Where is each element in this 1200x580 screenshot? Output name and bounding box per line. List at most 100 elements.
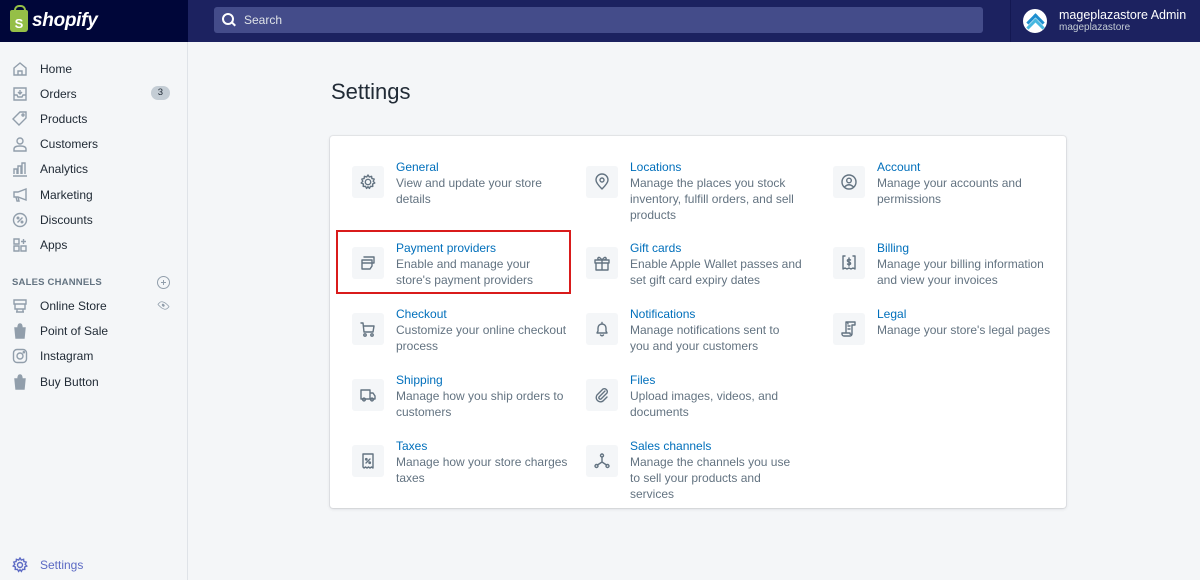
setting-desc: Manage your store's legal pages [877, 323, 1051, 337]
setting-desc: Manage the channels you use to sell your… [630, 455, 791, 501]
sidebar-item-point-of-sale[interactable]: Point of Sale [0, 319, 187, 344]
sidebar-item-label: Home [40, 61, 73, 76]
setting-title[interactable]: Shipping [396, 373, 568, 388]
location-pin-icon [586, 166, 618, 198]
sidebar-item-marketing[interactable]: Marketing [0, 182, 187, 207]
sidebar-item-products[interactable]: Products [0, 106, 187, 131]
setting-notifications[interactable]: Notifications Manage notifications sent … [586, 307, 816, 354]
setting-locations[interactable]: Locations Manage the places you stock in… [586, 160, 816, 223]
sidebar-item-label: Customers [40, 137, 99, 152]
home-icon [12, 61, 28, 77]
sidebar-item-home[interactable]: Home [0, 56, 187, 81]
brand-name: shopify [32, 10, 98, 31]
sidebar-item-discounts[interactable]: Discounts [0, 207, 187, 232]
setting-desc: Manage the places you stock inventory, f… [630, 176, 794, 222]
top-bar: S shopify Search mageplazastore Admin ma… [0, 0, 1200, 42]
shopify-bag-icon [12, 373, 28, 390]
store-icon [12, 298, 28, 314]
sidebar-item-online-store[interactable]: Online Store [0, 294, 187, 319]
setting-title[interactable]: Account [877, 160, 1049, 175]
tax-icon [352, 445, 384, 477]
sidebar-item-label: Marketing [40, 187, 93, 202]
sidebar-item-label: Buy Button [40, 374, 99, 389]
sidebar-item-label: Products [40, 111, 88, 126]
setting-title[interactable]: Checkout [396, 307, 568, 322]
setting-gift-cards[interactable]: Gift cards Enable Apple Wallet passes an… [586, 241, 816, 288]
legal-icon [833, 313, 865, 345]
setting-sales-channels[interactable]: Sales channels Manage the channels you u… [586, 439, 816, 502]
setting-legal[interactable]: Legal Manage your store's legal pages [833, 307, 1063, 345]
user-store: mageplazastore [1059, 22, 1131, 33]
shopify-bag-icon [12, 323, 28, 339]
setting-title[interactable]: Locations [630, 160, 802, 175]
setting-title[interactable]: Gift cards [630, 241, 802, 256]
apps-icon [12, 237, 28, 253]
cart-icon [352, 313, 384, 345]
sales-channels-heading: SALES CHANNELS [0, 272, 187, 294]
orders-icon [12, 86, 28, 102]
sales-channels-icon [586, 445, 618, 477]
sidebar-item-buy-button[interactable]: Buy Button [0, 369, 187, 394]
sidebar-item-settings[interactable]: Settings [0, 553, 187, 578]
truck-icon [352, 379, 384, 411]
avatar [1023, 9, 1047, 33]
settings-nav: Settings [0, 553, 187, 578]
bell-icon [586, 313, 618, 345]
setting-title[interactable]: Sales channels [630, 439, 802, 454]
sidebar-item-label: Instagram [40, 349, 94, 364]
setting-title[interactable]: Taxes [396, 439, 568, 454]
setting-account[interactable]: Account Manage your accounts and permiss… [833, 160, 1063, 207]
shopify-logo[interactable]: S shopify [0, 0, 188, 42]
gear-icon [352, 166, 384, 198]
setting-title[interactable]: Notifications [630, 307, 802, 322]
user-name: mageplazastore Admin [1059, 8, 1187, 22]
gift-icon [586, 247, 618, 279]
setting-desc: Manage how your store charges taxes [396, 455, 568, 485]
sidebar-item-label: Settings [40, 558, 84, 573]
search-icon [222, 13, 236, 27]
sidebar-item-label: Point of Sale [40, 324, 109, 339]
instagram-icon [12, 348, 28, 364]
setting-taxes[interactable]: Taxes Manage how your store charges taxe… [352, 439, 582, 486]
eye-icon[interactable] [157, 298, 170, 312]
search-input[interactable]: Search [214, 7, 983, 33]
setting-checkout[interactable]: Checkout Customize your online checkout … [352, 307, 582, 354]
sales-channels-label: SALES CHANNELS [12, 277, 102, 288]
setting-title[interactable]: Files [630, 373, 802, 388]
shopify-bag-icon: S [10, 5, 28, 32]
tag-icon [12, 111, 28, 127]
gear-icon [12, 557, 28, 574]
setting-desc: Manage notifications sent to you and you… [630, 323, 780, 353]
sidebar-item-label: Analytics [40, 162, 89, 177]
setting-shipping[interactable]: Shipping Manage how you ship orders to c… [352, 373, 582, 420]
setting-desc: Customize your online checkout process [396, 323, 567, 353]
bar-chart-icon [12, 161, 28, 178]
sidebar-item-label: Apps [40, 237, 68, 252]
billing-icon [833, 247, 865, 279]
setting-title[interactable]: Legal [877, 307, 1057, 322]
add-sales-channel-icon[interactable] [157, 276, 170, 289]
setting-title[interactable]: Billing [877, 241, 1049, 256]
sidebar-item-customers[interactable]: Customers [0, 132, 187, 157]
sidebar-item-instagram[interactable]: Instagram [0, 344, 187, 369]
account-icon [833, 166, 865, 198]
setting-general[interactable]: General View and update your store detai… [352, 160, 582, 207]
user-menu[interactable]: mageplazastore Admin mageplazastore [1010, 0, 1200, 42]
sidebar-item-apps[interactable]: Apps [0, 232, 187, 257]
payment-providers-highlight [336, 230, 571, 294]
setting-files[interactable]: Files Upload images, videos, and documen… [586, 373, 816, 420]
orders-count-badge: 3 [150, 86, 170, 101]
main-nav: Home Orders 3 Products Customers Analyti… [0, 42, 187, 258]
search-placeholder: Search [244, 13, 283, 27]
setting-title[interactable]: General [396, 160, 568, 175]
sidebar-item-label: Orders [40, 86, 77, 101]
sidebar-item-label: Discounts [40, 212, 93, 227]
sales-channels-nav: Online Store Point of Sale Instagram Buy… [0, 294, 187, 395]
sidebar-item-orders[interactable]: Orders 3 [0, 81, 187, 106]
setting-desc: Manage your accounts and permissions [877, 176, 1022, 206]
setting-billing[interactable]: Billing Manage your billing information … [833, 241, 1063, 288]
sidebar-item-analytics[interactable]: Analytics [0, 157, 187, 182]
sidebar: Home Orders 3 Products Customers Analyti… [0, 42, 188, 580]
paperclip-icon [586, 379, 618, 411]
sidebar-item-label: Online Store [40, 299, 107, 314]
